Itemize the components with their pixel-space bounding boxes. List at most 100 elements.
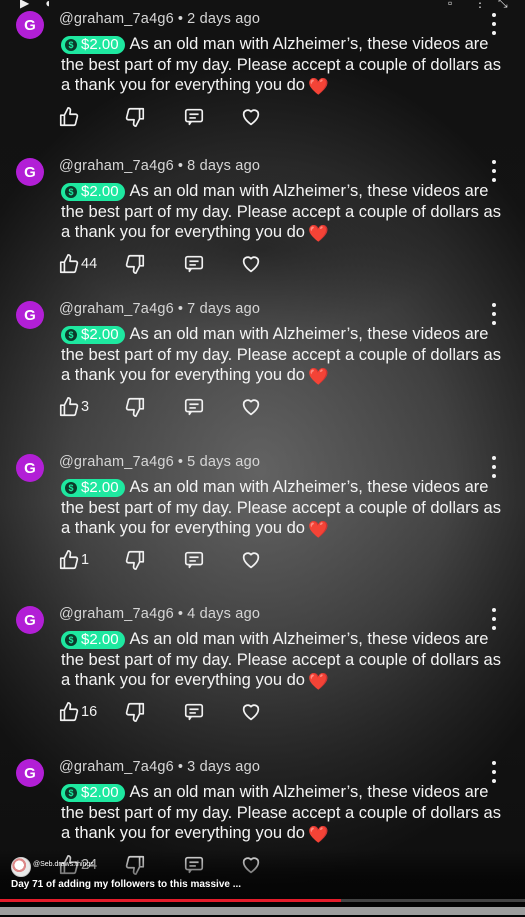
author-handle[interactable]: @graham_7a4g6	[59, 606, 174, 622]
meta-separator: •	[177, 606, 184, 622]
comment-text: As an old man with Alzheimer’s, these vi…	[61, 182, 501, 241]
dislike-button[interactable]	[124, 701, 146, 723]
reply-button[interactable]	[183, 106, 205, 128]
author-handle[interactable]: @graham_7a4g6	[59, 301, 174, 317]
comment-meta: @graham_7a4g6 • 7 days ago	[59, 301, 260, 317]
comment-body: $ $2.00 As an old man with Alzheimer’s, th…	[61, 629, 501, 693]
comment-item: G @graham_7a4g6 • 5 days ago $ $2.00 As an o…	[0, 448, 525, 598]
thumbs-up-icon	[58, 549, 80, 571]
heart-emoji: ❤️	[308, 673, 329, 691]
heart-icon	[240, 396, 262, 418]
like-button[interactable]: 1	[58, 549, 89, 571]
comment-body: $ $2.00 As an old man with Alzheimer’s, th…	[61, 324, 501, 388]
meta-separator: •	[177, 158, 184, 174]
meta-separator: •	[177, 454, 184, 470]
heart-button[interactable]	[240, 701, 262, 723]
comment-text: As an old man with Alzheimer’s, these vi…	[61, 630, 501, 689]
video-title[interactable]: Day 71 of adding my followers to this ma…	[11, 879, 251, 890]
reply-icon	[183, 106, 205, 128]
heart-button[interactable]	[240, 253, 262, 275]
like-count: 16	[81, 704, 98, 720]
heart-icon	[240, 253, 262, 275]
meta-separator: •	[177, 301, 184, 317]
comment-actions: 1	[58, 549, 298, 575]
super-thanks-icon: $	[65, 634, 77, 647]
comment-actions: 16	[58, 701, 298, 727]
like-count: 3	[81, 399, 90, 415]
author-handle[interactable]: @graham_7a4g6	[59, 454, 174, 470]
channel-name[interactable]: @Seb.draws.things	[33, 861, 94, 868]
super-thanks-badge: $ $2.00	[61, 36, 125, 55]
reply-icon	[183, 253, 205, 275]
comment-meta: @graham_7a4g6 • 2 days ago	[59, 11, 260, 27]
like-button[interactable]: 16	[58, 701, 97, 723]
comment-actions	[58, 106, 298, 132]
kebab-menu-icon[interactable]	[487, 160, 501, 182]
scrollbar[interactable]	[0, 907, 525, 915]
thumbs-down-icon	[124, 253, 146, 275]
heart-emoji: ❤️	[308, 78, 329, 96]
reply-button[interactable]	[183, 701, 205, 723]
like-button[interactable]: 3	[58, 396, 89, 418]
author-avatar[interactable]: G	[16, 11, 44, 39]
kebab-menu-icon[interactable]	[487, 303, 501, 325]
dislike-button[interactable]	[124, 253, 146, 275]
author-avatar[interactable]: G	[16, 454, 44, 482]
thumbs-up-icon	[58, 396, 80, 418]
super-thanks-icon: $	[65, 482, 77, 495]
reply-button[interactable]	[183, 253, 205, 275]
heart-icon	[240, 106, 262, 128]
heart-button[interactable]	[240, 106, 262, 128]
comment-text: As an old man with Alzheimer’s, these vi…	[61, 783, 501, 842]
comment-text: As an old man with Alzheimer’s, these vi…	[61, 35, 501, 94]
comment-text: As an old man with Alzheimer’s, these vi…	[61, 325, 501, 384]
channel-avatar[interactable]	[11, 857, 31, 877]
comment-item: G @graham_7a4g6 • 4 days ago $ $2.00 As an o…	[0, 600, 525, 750]
super-thanks-amount: $2.00	[81, 784, 119, 801]
thumbs-down-icon	[124, 106, 146, 128]
comment-time: 7 days ago	[187, 301, 261, 317]
super-thanks-badge: $ $2.00	[61, 784, 125, 803]
dislike-button[interactable]	[124, 106, 146, 128]
heart-emoji: ❤️	[308, 826, 329, 844]
kebab-menu-icon[interactable]	[487, 456, 501, 478]
reply-button[interactable]	[183, 549, 205, 571]
dislike-button[interactable]	[124, 549, 146, 571]
like-button[interactable]	[58, 106, 81, 128]
reply-icon	[183, 396, 205, 418]
reply-icon	[183, 549, 205, 571]
author-avatar[interactable]: G	[16, 606, 44, 634]
super-thanks-badge: $ $2.00	[61, 326, 125, 345]
author-handle[interactable]: @graham_7a4g6	[59, 759, 174, 775]
author-avatar[interactable]: G	[16, 301, 44, 329]
heart-button[interactable]	[240, 549, 262, 571]
author-avatar[interactable]: G	[16, 158, 44, 186]
dislike-button[interactable]	[124, 396, 146, 418]
comment-meta: @graham_7a4g6 • 5 days ago	[59, 454, 260, 470]
author-handle[interactable]: @graham_7a4g6	[59, 11, 174, 27]
meta-separator: •	[177, 759, 184, 775]
author-handle[interactable]: @graham_7a4g6	[59, 158, 174, 174]
kebab-menu-icon[interactable]	[487, 13, 501, 35]
super-thanks-badge: $ $2.00	[61, 183, 125, 202]
super-thanks-amount: $2.00	[81, 326, 119, 343]
comment-item: G @graham_7a4g6 • 8 days ago $ $2.00 As an o…	[0, 152, 525, 302]
comment-body: $ $2.00 As an old man with Alzheimer’s, th…	[61, 477, 501, 541]
comment-item: G @graham_7a4g6 • 2 days ago $ $2.00 As an o…	[0, 5, 525, 155]
thumbs-up-icon	[58, 701, 80, 723]
reply-button[interactable]	[183, 396, 205, 418]
super-thanks-icon: $	[65, 787, 77, 800]
heart-icon	[240, 701, 262, 723]
reply-icon	[183, 701, 205, 723]
heart-emoji: ❤️	[308, 368, 329, 386]
super-thanks-amount: $2.00	[81, 183, 119, 200]
super-thanks-amount: $2.00	[81, 631, 119, 648]
heart-icon	[240, 549, 262, 571]
kebab-menu-icon[interactable]	[487, 608, 501, 630]
author-avatar[interactable]: G	[16, 759, 44, 787]
like-count: 1	[81, 552, 90, 568]
like-button[interactable]: 44	[58, 253, 97, 275]
comment-item: G @graham_7a4g6 • 7 days ago $ $2.00 As an o…	[0, 295, 525, 445]
heart-button[interactable]	[240, 396, 262, 418]
kebab-menu-icon[interactable]	[487, 761, 501, 783]
